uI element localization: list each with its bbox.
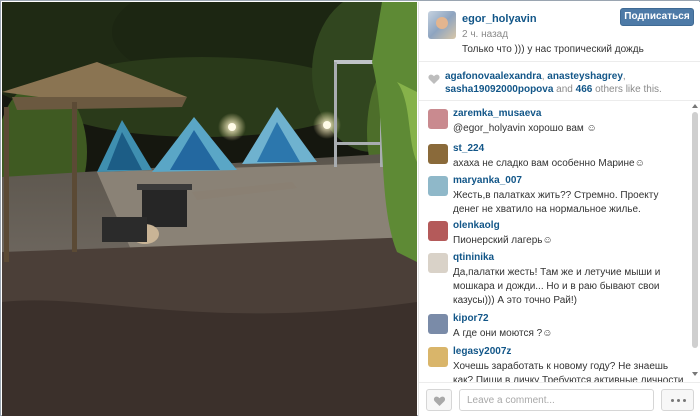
owner-avatar[interactable] — [428, 11, 456, 39]
commenter-username[interactable]: st_224 — [453, 143, 484, 154]
comment-input[interactable] — [459, 389, 654, 411]
scroll-down-arrow-icon[interactable] — [692, 372, 698, 376]
post-photo[interactable] — [2, 2, 417, 416]
likes-separator: , — [622, 71, 626, 82]
commenter-username[interactable]: qtininika — [453, 252, 494, 263]
commenter-username[interactable]: zaremka_musaeva — [453, 108, 541, 119]
night-camp-photo — [2, 2, 417, 416]
post-header: egor_holyavin 2 ч. назад Только что ))) … — [419, 2, 700, 62]
likes-text: agafonovaalexandra, anasteyshagrey, sash… — [445, 70, 695, 96]
comment-text: Жесть,в палатках жить?? Стремно. Проекту… — [453, 190, 659, 215]
commenter-avatar[interactable] — [428, 347, 448, 367]
comment-text: Хочешь заработать к новому году? Не знае… — [453, 361, 684, 382]
commenter-username[interactable]: legasy2007z — [453, 346, 511, 357]
scroll-up-arrow-icon[interactable] — [692, 104, 698, 108]
liker-link[interactable]: anasteyshagrey — [547, 71, 623, 82]
comments-scrollbar[interactable] — [690, 104, 700, 382]
more-options-button[interactable] — [661, 389, 694, 411]
commenter-username[interactable]: olenkaolg — [453, 220, 500, 231]
comment-text: Пионерский лагерь☺ — [453, 235, 553, 246]
post-timestamp[interactable]: 2 ч. назад — [462, 29, 508, 40]
commenter-avatar[interactable] — [428, 221, 448, 241]
owner-username[interactable]: egor_holyavin — [462, 13, 537, 25]
commenter-username[interactable]: kipor72 — [453, 313, 489, 324]
commenter-avatar[interactable] — [428, 109, 448, 129]
likes-others-count[interactable]: 466 — [576, 84, 593, 95]
post-side-panel: egor_holyavin 2 ч. назад Только что ))) … — [418, 2, 700, 416]
commenter-avatar[interactable] — [428, 144, 448, 164]
comment-text: Да,палатки жесть! Там же и летучие мыши … — [453, 267, 661, 306]
commenter-username[interactable]: maryanka_007 — [453, 175, 522, 186]
commenter-avatar[interactable] — [428, 176, 448, 196]
comment-text: А где они моются ?☺ — [453, 328, 553, 339]
scrollbar-thumb[interactable] — [692, 112, 698, 348]
likes-and-text: and — [553, 84, 576, 95]
likes-tail-text: others like this. — [592, 84, 662, 95]
like-button[interactable] — [426, 389, 452, 411]
comment-text: ахаха не сладко вам особенно Марине☺ — [453, 158, 645, 169]
comment-text: @egor_holyavin хорошо вам ☺ — [453, 123, 597, 134]
comment-footer — [419, 382, 700, 416]
follow-button[interactable]: Подписаться — [620, 8, 694, 26]
post-caption: Только что ))) у нас тропический дождь — [462, 44, 644, 55]
heart-outline-icon — [433, 396, 446, 406]
commenter-avatar[interactable] — [428, 314, 448, 334]
liker-link[interactable]: agafonovaalexandra — [445, 71, 542, 82]
liker-link[interactable]: sasha19092000popova — [445, 84, 553, 95]
likes-summary: agafonovaalexandra, anasteyshagrey, sash… — [419, 63, 700, 101]
instagram-post-window: egor_holyavin 2 ч. назад Только что ))) … — [0, 0, 700, 416]
comments-list: zaremka_musaeva @egor_holyavin хорошо ва… — [419, 104, 689, 382]
heart-icon — [428, 74, 440, 84]
commenter-avatar[interactable] — [428, 253, 448, 273]
